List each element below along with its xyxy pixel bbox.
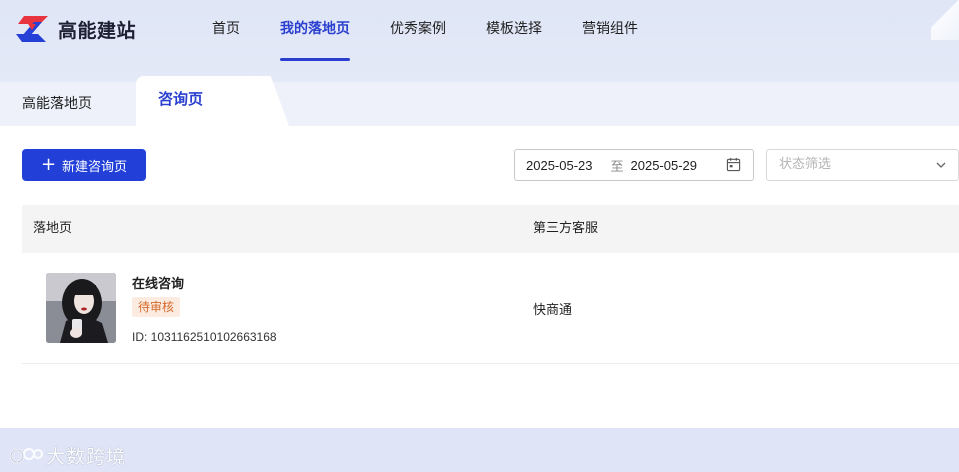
status-filter-placeholder: 状态筛选 bbox=[779, 157, 832, 172]
new-consult-page-button[interactable]: + 新建咨询页 bbox=[22, 149, 146, 181]
calendar-icon bbox=[726, 157, 741, 172]
date-end[interactable]: 2025-05-29 bbox=[631, 158, 698, 173]
page-id: ID: 1031162510102663168 bbox=[132, 330, 277, 344]
page-title[interactable]: 在线咨询 bbox=[132, 273, 184, 292]
watermark-text: 大数跨境 bbox=[46, 446, 127, 468]
portrait-thumbnail-image bbox=[46, 273, 116, 343]
nav-item-cases[interactable]: 优秀案例 bbox=[390, 0, 446, 62]
page-thumbnail[interactable] bbox=[46, 273, 116, 343]
tab-consult-page[interactable]: 咨询页 bbox=[136, 76, 289, 126]
watermark-logo-icon bbox=[10, 447, 43, 463]
nav-item-my-landing-pages[interactable]: 我的落地页 bbox=[280, 0, 350, 62]
top-header: 高能建站 首页 我的落地页 优秀案例 模板选择 营销组件 bbox=[0, 0, 959, 82]
table-row[interactable]: 在线咨询 待审核 ID: 1031162510102663168 快商通 bbox=[22, 253, 959, 364]
column-header-landing-page: 落地页 bbox=[33, 221, 73, 236]
main-content: + 新建咨询页 2025-05-23 至 2025-05-29 状态筛选 落地页… bbox=[0, 126, 959, 428]
page-tabs: 高能落地页 咨询页 bbox=[0, 76, 959, 126]
footer-area bbox=[0, 428, 959, 472]
corner-decoration bbox=[931, 0, 959, 40]
status-filter-select[interactable]: 状态筛选 bbox=[766, 149, 959, 181]
lightning-logo-icon bbox=[16, 16, 48, 42]
nav-item-marketing-components[interactable]: 营销组件 bbox=[582, 0, 638, 62]
plus-icon: + bbox=[40, 154, 57, 175]
new-consult-page-label: 新建咨询页 bbox=[62, 159, 128, 175]
chevron-down-icon bbox=[936, 162, 946, 168]
brand-name: 高能建站 bbox=[58, 19, 137, 42]
column-header-third-party-service: 第三方客服 bbox=[533, 221, 599, 236]
table-header: 落地页 第三方客服 bbox=[22, 205, 959, 253]
status-badge: 待审核 bbox=[132, 297, 181, 317]
brand-logo[interactable]: 高能建站 bbox=[14, 14, 136, 44]
nav-item-templates[interactable]: 模板选择 bbox=[486, 0, 542, 62]
date-range-picker[interactable]: 2025-05-23 至 2025-05-29 bbox=[514, 149, 754, 181]
watermark: 大数跨境 bbox=[8, 442, 126, 469]
nav-item-home[interactable]: 首页 bbox=[212, 0, 240, 62]
main-nav: 首页 我的落地页 优秀案例 模板选择 营销组件 bbox=[192, 0, 658, 82]
tab-gaoneng-landing-page[interactable]: 高能落地页 bbox=[22, 82, 92, 126]
date-start[interactable]: 2025-05-23 bbox=[526, 158, 593, 173]
date-separator: 至 bbox=[610, 159, 624, 175]
third-party-service-value: 快商通 bbox=[533, 303, 573, 318]
